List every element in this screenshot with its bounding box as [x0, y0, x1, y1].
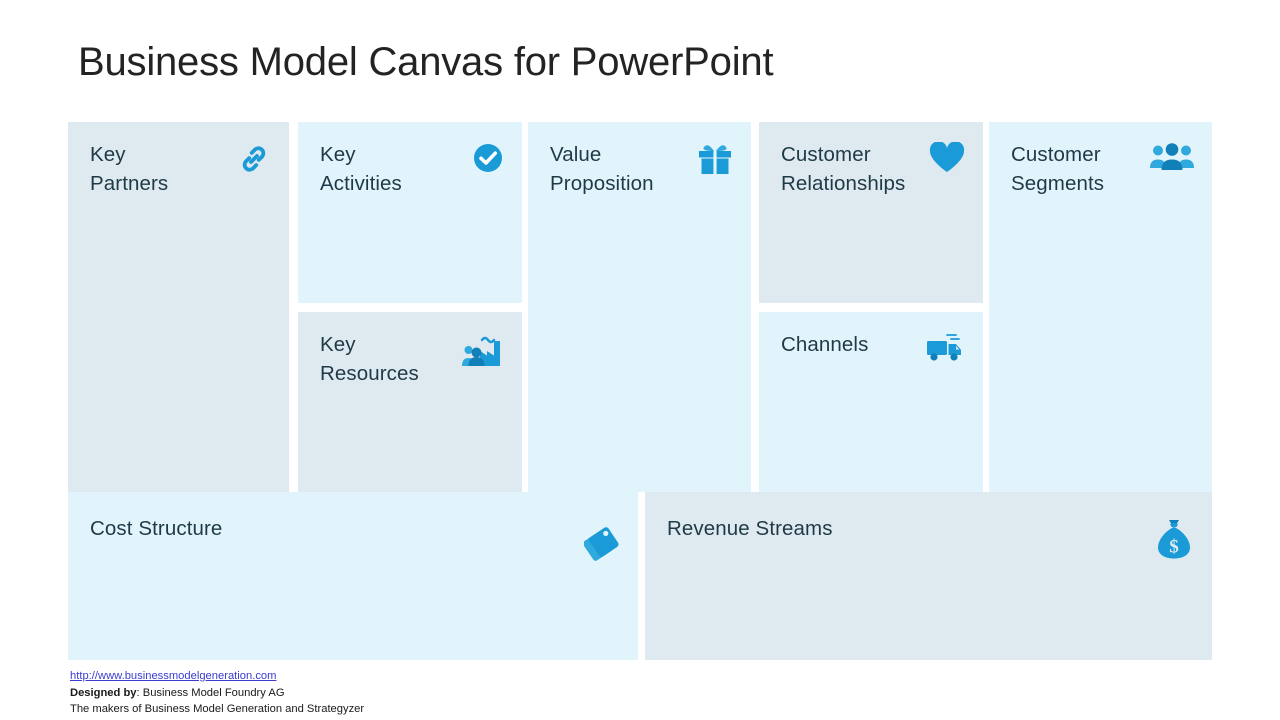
footer-credits: http://www.businessmodelgeneration.com D… [70, 668, 364, 718]
money-bag-icon: $ [1156, 518, 1192, 560]
panel-title-customer-relationships: Customer Relationships [781, 143, 906, 196]
people-group-icon [1150, 142, 1194, 172]
footer-url-row: http://www.businessmodelgeneration.com [70, 668, 364, 685]
panel-cost-structure[interactable]: Cost Structure [68, 492, 638, 660]
business-model-canvas-grid: Key Partners Key Activities Key Resource… [68, 122, 1212, 492]
business-model-generation-link[interactable]: http://www.businessmodelgeneration.com [70, 670, 276, 682]
panel-header: Key Resources [320, 330, 504, 388]
designed-by-value: : Business Model Foundry AG [136, 686, 285, 699]
panel-title-revenue-streams: Revenue Streams [667, 517, 833, 540]
panel-key-activities[interactable]: Key Activities [298, 122, 522, 303]
panel-revenue-streams[interactable]: Revenue Streams $ [645, 492, 1212, 660]
designed-by-label: Designed by [70, 686, 137, 699]
panel-header: Key Partners [90, 140, 271, 198]
chain-link-icon [237, 142, 271, 176]
panel-header: Channels [781, 330, 965, 364]
canvas-bottom-row: Cost Structure Revenue Streams $ [68, 492, 1212, 660]
page-title: Business Model Canvas for PowerPoint [78, 40, 774, 84]
panel-header: Cost Structure [90, 514, 620, 564]
panel-title-key-partners: Key Partners [90, 143, 169, 196]
factory-people-icon [460, 332, 504, 368]
price-tags-icon [583, 522, 626, 564]
panel-title-cost-structure: Cost Structure [90, 517, 223, 540]
panel-customer-relationships[interactable]: Customer Relationships [759, 122, 983, 303]
panel-header: Revenue Streams $ [667, 514, 1194, 560]
panel-header: Customer Segments [1011, 140, 1194, 198]
footer-makers-row: The makers of Business Model Generation … [70, 703, 365, 716]
panel-key-resources[interactable]: Key Resources [298, 312, 522, 492]
gift-box-icon [697, 142, 733, 176]
panel-channels[interactable]: Channels [759, 312, 983, 492]
panel-value-proposition[interactable]: Value Proposition [528, 122, 751, 492]
delivery-truck-icon [925, 332, 965, 364]
panel-header: Key Activities [320, 140, 504, 198]
panel-title-value-proposition: Value Proposition [550, 143, 654, 196]
panel-title-customer-segments: Customer Segments [1011, 143, 1105, 196]
panel-title-channels: Channels [781, 333, 869, 356]
panel-title-key-activities: Key Activities [320, 143, 402, 196]
panel-header: Customer Relationships [781, 140, 965, 198]
check-circle-icon [472, 142, 504, 174]
heart-icon [929, 141, 965, 174]
footer-designed-by-row: Designed by: Business Model Foundry AG [70, 685, 364, 702]
panel-key-partners[interactable]: Key Partners [68, 122, 289, 492]
panel-customer-segments[interactable]: Customer Segments [989, 122, 1212, 492]
svg-text:$: $ [1169, 537, 1179, 558]
panel-title-key-resources: Key Resources [320, 333, 419, 386]
panel-header: Value Proposition [550, 140, 733, 198]
